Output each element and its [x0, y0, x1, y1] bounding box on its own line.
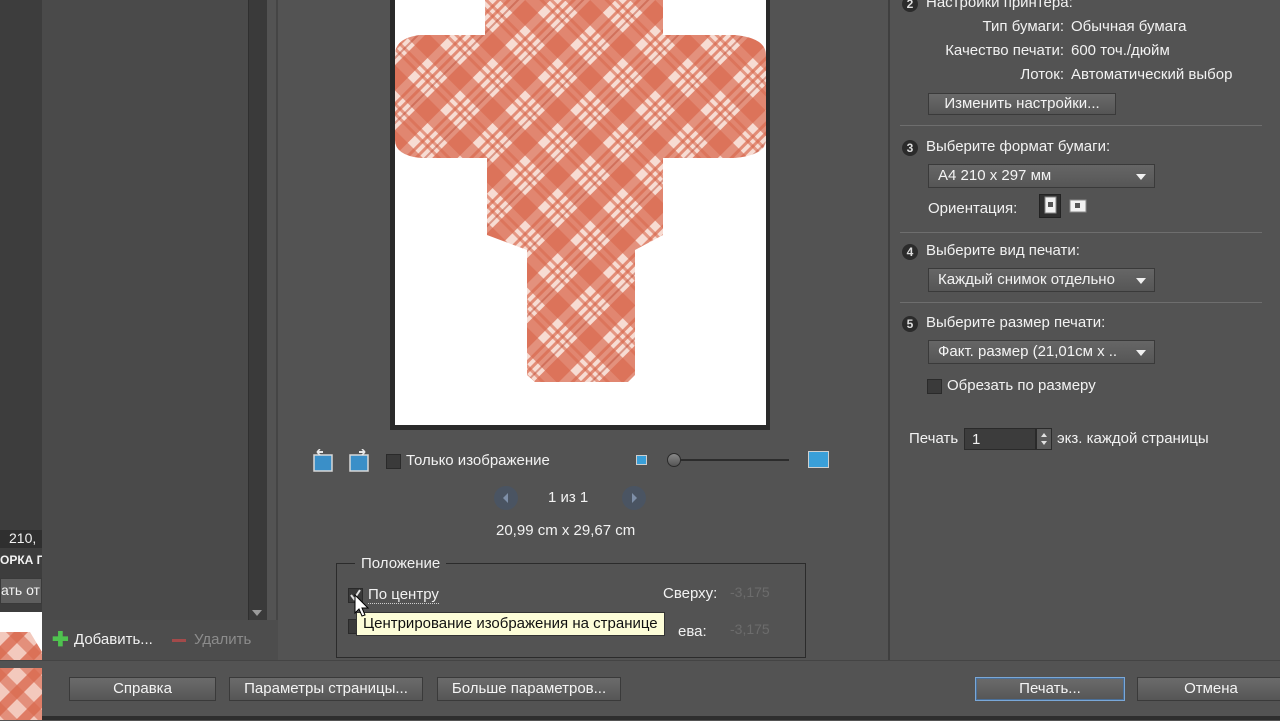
copies-stepper[interactable]	[1036, 428, 1052, 450]
cancel-button[interactable]: Отмена	[1137, 677, 1280, 701]
copies-input[interactable]: 1	[964, 428, 1036, 450]
print-type-value: Каждый снимок отдельно	[938, 271, 1115, 288]
mouse-cursor-icon	[354, 594, 370, 617]
top-offset-label: Сверху:	[663, 585, 718, 602]
only-image-label: Только изображение	[406, 452, 550, 469]
left-thumbnail-bottom	[0, 668, 42, 720]
print-type-dropdown[interactable]: Каждый снимок отдельно	[928, 268, 1155, 292]
more-options-button[interactable]: Больше параметров...	[437, 677, 621, 701]
tray-label: Лоток:	[1020, 66, 1064, 83]
add-button[interactable]: Добавить...	[74, 631, 153, 648]
prev-page-button[interactable]	[494, 486, 518, 510]
rotate-right-button[interactable]	[347, 448, 371, 473]
zoom-large-icon	[808, 451, 829, 468]
center-label: По центру	[368, 586, 439, 604]
print-size-dropdown[interactable]: Факт. размер (21,01см x ..	[928, 340, 1155, 364]
zoom-small-icon	[636, 455, 647, 465]
chevron-down-icon	[1136, 350, 1146, 356]
left-divider	[276, 0, 278, 660]
print-quality-label: Качество печати:	[945, 42, 1064, 59]
paper-format-title: Выберите формат бумаги:	[926, 138, 1111, 155]
add-icon[interactable]: ✚	[52, 630, 69, 650]
chevron-down-icon	[1136, 278, 1146, 284]
zoom-slider[interactable]	[669, 459, 789, 461]
preview-page	[395, 0, 766, 425]
left-doc-label: ОРКА П	[0, 551, 42, 569]
only-image-checkbox[interactable]	[386, 454, 401, 469]
left-offset-field[interactable]: -3,175	[730, 621, 770, 637]
landscape-orientation-button[interactable]	[1068, 196, 1088, 216]
print-size-value: Факт. размер (21,01см x ..	[938, 343, 1118, 360]
paper-format-value: A4 210 x 297 мм	[938, 167, 1052, 184]
chevron-down-icon	[1136, 174, 1146, 180]
page-setup-button[interactable]: Параметры страницы...	[229, 677, 423, 701]
left-offset-label: ева:	[678, 623, 707, 640]
image-list-scrollbar[interactable]	[248, 0, 267, 620]
paper-type-value: Обычная бумага	[1071, 18, 1187, 35]
position-group-title: Положение	[355, 555, 447, 572]
section-divider	[900, 125, 1262, 126]
section-divider	[900, 302, 1262, 303]
thumbnail-pattern	[0, 668, 42, 720]
next-page-button[interactable]	[622, 486, 646, 510]
section-3-badge: 3	[902, 140, 918, 156]
position-group	[336, 563, 806, 658]
rotate-left-icon	[313, 448, 333, 472]
paper-type-label: Тип бумаги:	[982, 18, 1064, 35]
prev-page-icon	[503, 493, 508, 503]
change-settings-button[interactable]: Изменить настройки...	[928, 93, 1116, 115]
help-button[interactable]: Справка	[69, 677, 216, 701]
delete-icon	[172, 639, 186, 642]
left-partial-button[interactable]: ать от	[0, 578, 42, 604]
copies-label: Печать	[909, 430, 959, 447]
stepper-icon	[1041, 433, 1047, 445]
landscape-icon	[1069, 199, 1087, 213]
portrait-icon	[1044, 196, 1057, 214]
portrait-orientation-button[interactable]	[1039, 194, 1061, 218]
footer-edge	[0, 716, 1280, 720]
image-list-panel[interactable]	[42, 0, 249, 620]
crop-to-fit-label: Обрезать по размеру	[947, 377, 1096, 394]
print-quality-value: 600 точ./дюйм	[1071, 42, 1170, 59]
print-button[interactable]: Печать...	[975, 677, 1125, 701]
scroll-down-icon[interactable]	[252, 610, 262, 616]
right-divider	[888, 0, 890, 660]
copies-suffix: экз. каждой страницы	[1057, 430, 1209, 447]
left-doc-text: ОРКА П	[0, 553, 42, 567]
section-2-badge: 2	[902, 0, 918, 12]
left-size-label: 210,	[9, 530, 37, 546]
zoom-slider-thumb[interactable]	[667, 453, 681, 467]
section-divider	[900, 232, 1262, 233]
print-size-title: Выберите размер печати:	[926, 314, 1106, 331]
copies-value: 1	[972, 431, 981, 448]
rotate-right-icon	[349, 448, 369, 472]
top-offset-field[interactable]: -3,175	[730, 584, 770, 600]
section-5-badge: 5	[902, 316, 918, 332]
center-tooltip: Центрирование изображения на странице	[356, 612, 665, 636]
image-dimensions: 20,99 cm x 29,67 cm	[496, 522, 636, 539]
orientation-label: Ориентация:	[928, 200, 1018, 217]
paper-format-dropdown[interactable]: A4 210 x 297 мм	[928, 164, 1155, 188]
next-page-icon	[632, 493, 637, 503]
crop-to-fit-checkbox[interactable]	[927, 379, 942, 394]
preview-image	[395, 0, 766, 382]
left-size-text: 210,	[0, 530, 42, 548]
delete-button: Удалить	[194, 631, 252, 648]
left-partial-button-label: ать от	[1, 582, 40, 598]
rotate-left-button[interactable]	[311, 448, 335, 473]
image-list-toolbar: ✚ Добавить... Удалить	[42, 620, 278, 660]
page-counter: 1 из 1	[548, 489, 589, 506]
section-4-badge: 4	[902, 244, 918, 260]
printer-settings-title: Настройки принтера:	[926, 0, 1073, 11]
print-type-title: Выберите вид печати:	[926, 242, 1080, 259]
tray-value: Автоматический выбор	[1071, 66, 1233, 83]
